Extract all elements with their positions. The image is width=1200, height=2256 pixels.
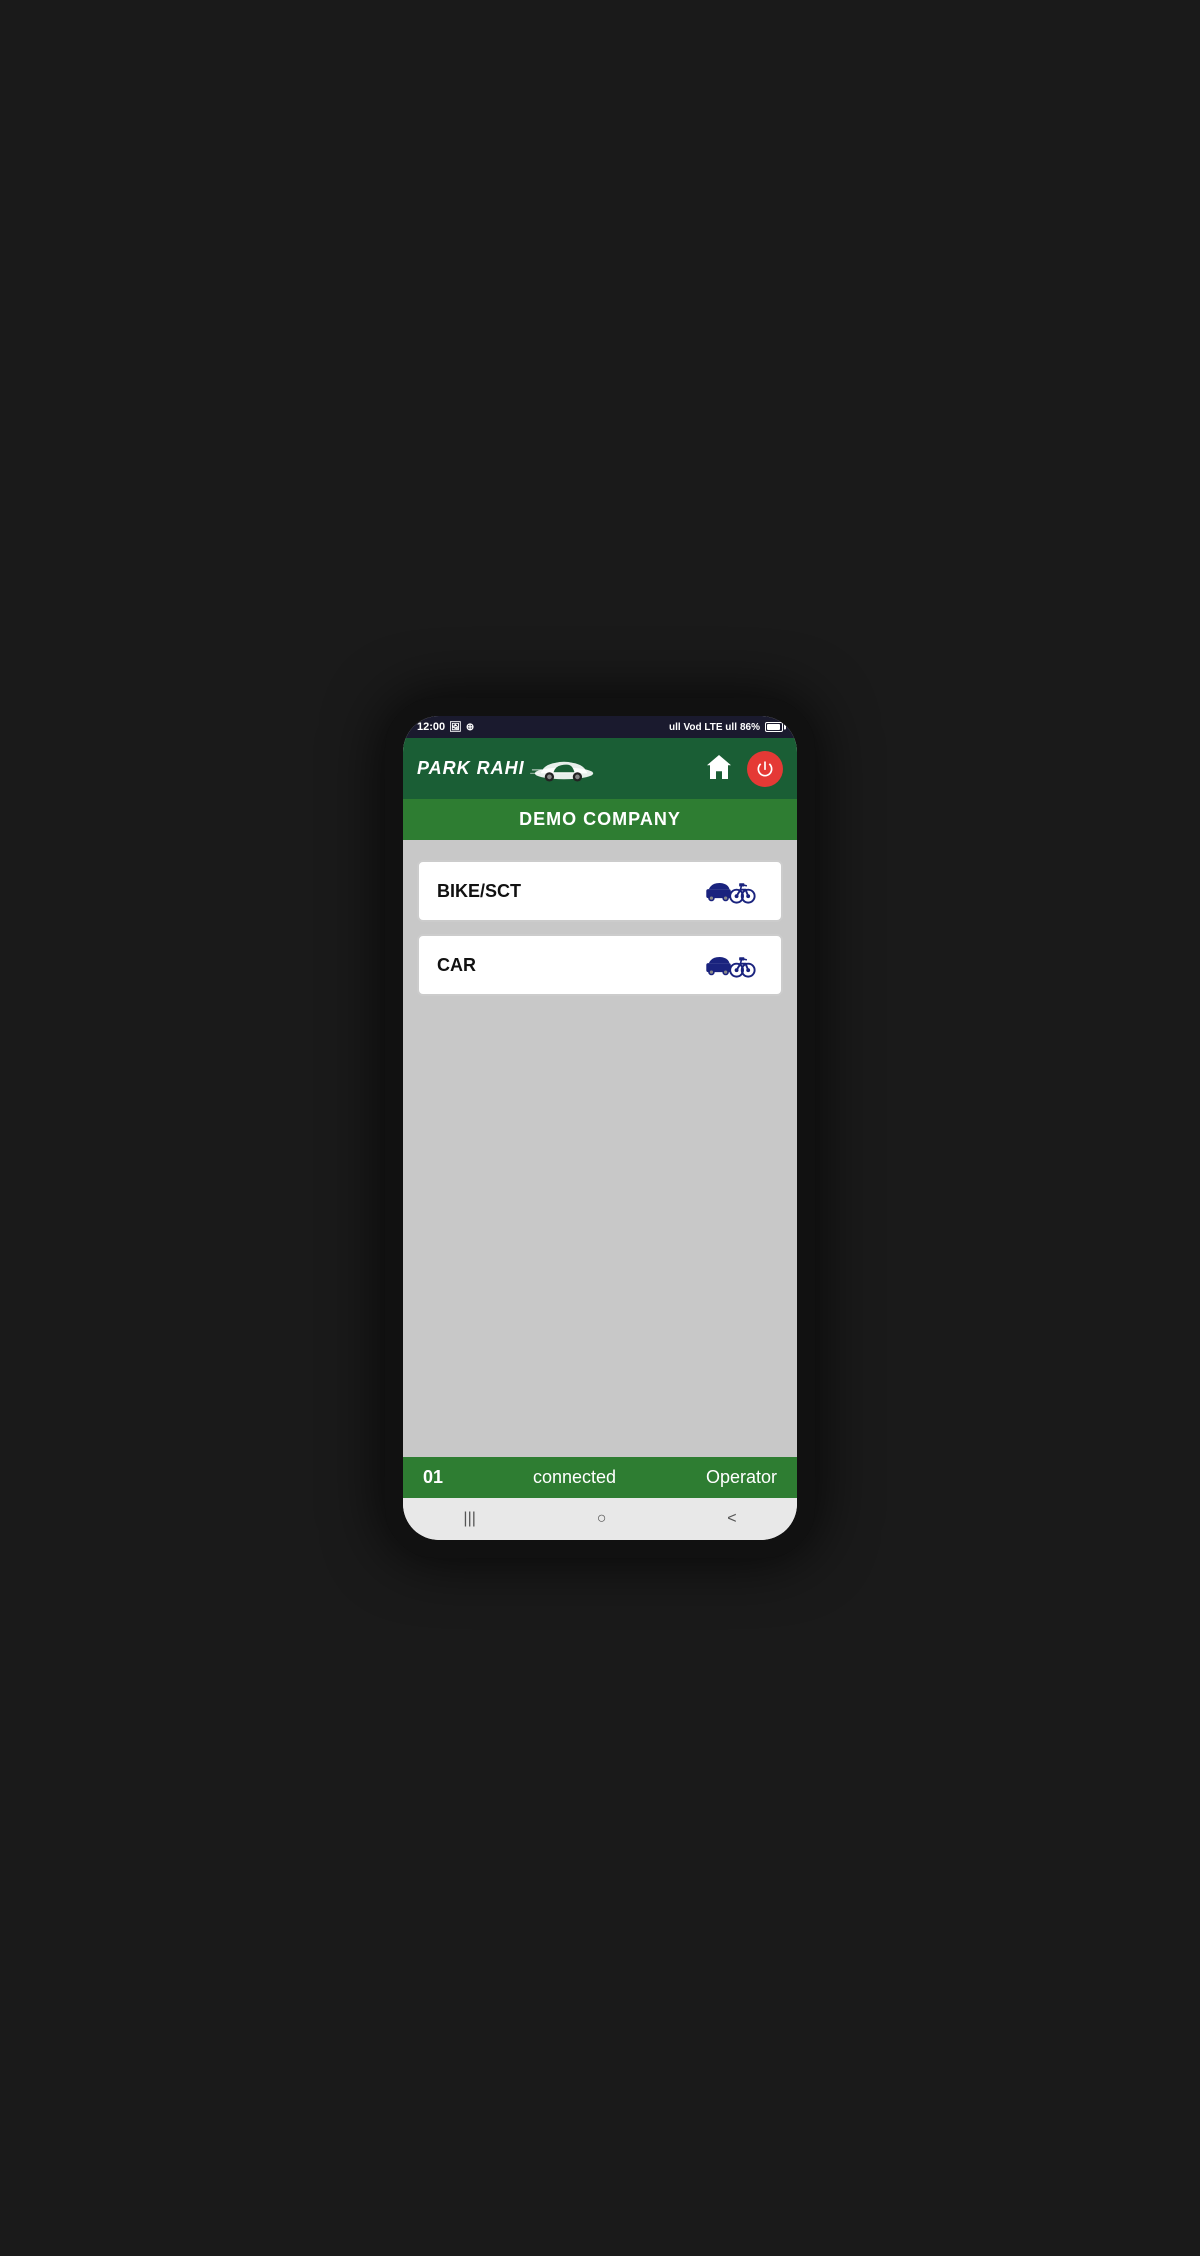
signal-text: ull Vod LTE ull xyxy=(669,722,737,733)
home-button[interactable] xyxy=(699,748,739,789)
phone-screen: 12:00 🖼 ⊕ ull Vod LTE ull 86% PARK RAHI xyxy=(403,716,797,1540)
power-icon xyxy=(755,759,775,779)
battery-text: 86% xyxy=(740,722,760,733)
menu-icon: ||| xyxy=(463,1510,475,1527)
vehicle-option-car[interactable]: CAR xyxy=(417,934,783,996)
phone-shell: 12:00 🖼 ⊕ ull Vod LTE ull 86% PARK RAHI xyxy=(385,698,815,1558)
logo-car-icon xyxy=(529,754,599,784)
battery-icon xyxy=(765,722,783,732)
connection-status: connected xyxy=(533,1467,616,1488)
screen-icon: 🖼 xyxy=(449,722,462,733)
status-left: 12:00 🖼 ⊕ xyxy=(417,721,474,733)
vehicle-option-bike[interactable]: BIKE/SCT xyxy=(417,860,783,922)
bike-label: BIKE/SCT xyxy=(437,881,521,902)
status-right: ull Vod LTE ull 86% xyxy=(669,722,783,733)
company-name: DEMO COMPANY xyxy=(519,809,681,829)
home-icon xyxy=(703,752,735,782)
car-label: CAR xyxy=(437,955,476,976)
car-combo-icon xyxy=(705,950,763,980)
back-icon: < xyxy=(727,1510,736,1527)
header-icons xyxy=(699,748,783,789)
nav-home-button[interactable]: ○ xyxy=(585,1506,619,1532)
time-display: 12:00 xyxy=(417,721,445,733)
nav-menu-button[interactable]: ||| xyxy=(451,1506,487,1532)
operator-role: Operator xyxy=(706,1467,777,1488)
circle-home-icon: ○ xyxy=(597,1510,607,1527)
logo-area: PARK RAHI xyxy=(417,754,599,784)
nav-back-button[interactable]: < xyxy=(715,1506,748,1532)
bike-icon-group xyxy=(705,876,763,906)
circle-icon: ⊕ xyxy=(466,722,474,733)
power-button[interactable] xyxy=(747,751,783,787)
android-nav-bar: ||| ○ < xyxy=(403,1498,797,1540)
bottom-status-bar: 01 connected Operator xyxy=(403,1457,797,1498)
logo-text: PARK RAHI xyxy=(417,758,525,779)
car-icon-group xyxy=(705,950,763,980)
company-banner: DEMO COMPANY xyxy=(403,799,797,840)
status-id: 01 xyxy=(423,1467,443,1488)
status-bar: 12:00 🖼 ⊕ ull Vod LTE ull 86% xyxy=(403,716,797,738)
bike-car-combo-icon xyxy=(705,876,763,906)
app-header: PARK RAHI xyxy=(403,738,797,799)
main-content: BIKE/SCT xyxy=(403,840,797,1457)
